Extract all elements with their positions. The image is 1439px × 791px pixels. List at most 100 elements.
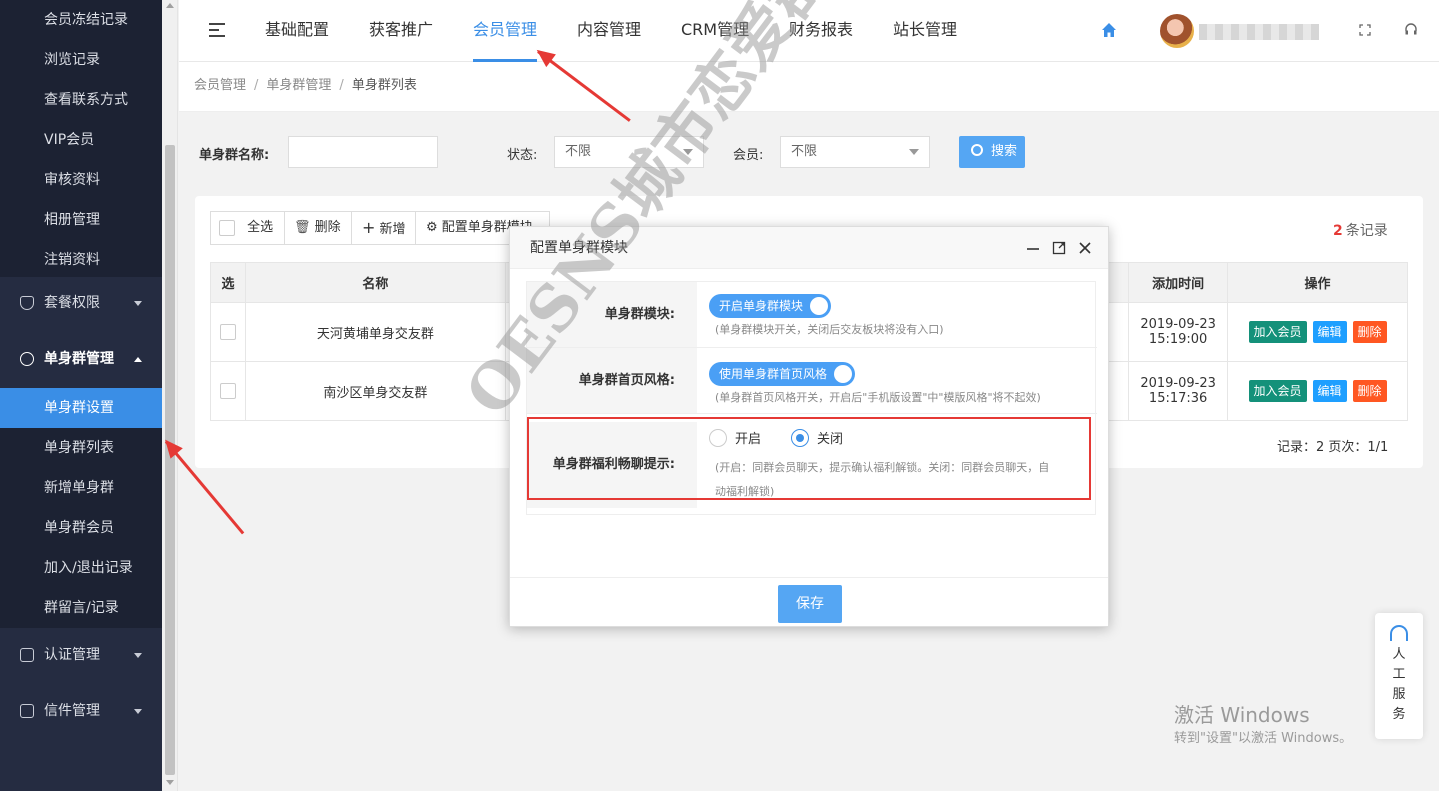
style-switch-label: 单身群首页风格: [527,348,697,413]
row-name: 南沙区单身交友群 [244,361,506,421]
sidebar-item-album[interactable]: 相册管理 [0,200,162,240]
style-toggle[interactable]: 使用单身群首页风格 [709,362,856,386]
sidebar-scrollbar[interactable] [162,0,178,791]
chevron-down-icon [909,149,919,155]
sidebar-item-browse-records[interactable]: 浏览记录 [0,40,162,80]
sidebar-item-cancel[interactable]: 注销资料 [0,240,162,280]
style-toggle-label: 使用单身群首页风格 [719,367,828,381]
nav-member-management[interactable]: 会员管理 [473,0,538,62]
row-added-time: 2019-09-23 15:17:36 [1128,361,1229,421]
modal-footer: 保存 [510,577,1108,627]
search-button[interactable]: 搜索 [959,136,1025,168]
nav-webmaster[interactable]: 站长管理 [893,0,957,62]
row-name: 天河黄埔单身交友群 [244,302,506,362]
status-select-value: 不限 [565,144,592,159]
sidebar-item-join-exit[interactable]: 加入/退出记录 [0,548,162,588]
menu-toggle-icon[interactable] [209,23,225,37]
record-count: 2 条记录 [1333,220,1388,240]
module-hint: (单身群模块开关，关闭后交友板块将没有入口) [715,323,944,336]
row-checkbox[interactable] [219,383,236,399]
breadcrumb-item[interactable]: 单身群管理 [266,78,331,93]
add-button[interactable]: + 新增 [352,212,416,244]
chevron-down-icon [134,709,142,714]
nav-customer-promo[interactable]: 获客推广 [369,0,433,62]
sidebar-item-review[interactable]: 审核资料 [0,160,162,200]
save-button[interactable]: 保存 [778,585,842,623]
breadcrumb-item[interactable]: 会员管理 [194,78,246,93]
chevron-down-icon [683,149,693,155]
shield-icon [20,296,34,310]
sidebar-group-auth[interactable]: 认证管理 [0,629,162,681]
row-time: 15:17:36 [1148,391,1208,406]
join-member-button[interactable]: 加入会员 [1248,321,1307,343]
scroll-up-icon[interactable] [166,3,174,8]
sidebar-item-single-add[interactable]: 新增单身群 [0,468,162,508]
windows-activation: 激活 Windows 转到"设置"以激活 Windows。 [1174,702,1352,750]
scrollbar-thumb[interactable] [165,145,175,775]
nav-finance-reports[interactable]: 财务报表 [789,0,853,62]
customer-service-widget[interactable]: 人工服务 [1375,613,1423,739]
modal-title: 配置单身群模块 [530,240,628,256]
member-select[interactable]: 不限 [780,136,930,168]
plus-icon: + [362,218,376,237]
row-time: 15:19:00 [1148,332,1208,347]
sidebar-item-view-contact[interactable]: 查看联系方式 [0,80,162,120]
chevron-up-icon [134,357,142,362]
delete-label: 删除 [314,220,341,235]
delete-button[interactable]: 🗑 删除 [285,212,352,244]
checkbox[interactable] [219,219,235,236]
add-label: 新增 [379,222,406,237]
headset-icon [1390,625,1408,641]
fullscreen-icon[interactable] [1359,24,1371,36]
avatar[interactable] [1160,14,1194,48]
join-member-button[interactable]: 加入会员 [1248,380,1307,402]
sidebar-item-single-members[interactable]: 单身群会员 [0,508,162,548]
sidebar-item-messages[interactable]: 群留言/记录 [0,588,162,628]
select-all-label: 全选 [247,220,274,235]
module-toggle-label: 开启单身群模块 [719,299,804,313]
name-filter-input[interactable] [288,136,438,168]
sidebar-item-single-list[interactable]: 单身群列表 [0,428,162,468]
chevron-down-icon [134,653,142,658]
sidebar-group-package[interactable]: 套餐权限 [0,277,162,329]
member-filter-label: 会员: [733,148,764,163]
sidebar-group-label: 套餐权限 [44,295,100,311]
sidebar-item-frozen-records[interactable]: 会员冻结记录 [0,0,162,40]
mail-icon [20,704,34,718]
minimize-icon[interactable] [1026,241,1040,255]
delete-row-button[interactable]: 删除 [1352,380,1387,402]
edit-button[interactable]: 编辑 [1312,321,1347,343]
nav-basic-config[interactable]: 基础配置 [265,0,329,62]
sidebar-group-mail[interactable]: 信件管理 [0,685,162,737]
maximize-icon[interactable] [1052,241,1066,255]
sidebar-group-single[interactable]: 单身群管理 [0,333,162,385]
record-count-number: 2 [1333,223,1343,239]
col-added-time: 添加时间 [1128,262,1229,303]
select-all-button[interactable]: 全选 [211,212,285,244]
pagination-info: 记录：2 页次：1/1 [1277,440,1389,455]
sidebar-item-single-settings[interactable]: 单身群设置 [0,388,162,428]
breadcrumb: 会员管理 / 单身群管理 / 单身群列表 [179,62,1439,112]
nav-crm-management[interactable]: CRM管理 [681,0,749,62]
nav-content-management[interactable]: 内容管理 [577,0,641,62]
row-date: 2019-09-23 [1140,317,1216,332]
sidebar-item-vip[interactable]: VIP会员 [0,120,162,160]
edit-button[interactable]: 编辑 [1312,380,1347,402]
home-icon[interactable] [1101,22,1117,38]
module-toggle[interactable]: 开启单身群模块 [709,294,832,318]
headset-icon[interactable] [1404,22,1418,36]
row-added-time: 2019-09-23 15:19:00 [1128,302,1229,362]
row-date: 2019-09-23 [1140,376,1216,391]
status-select[interactable]: 不限 [554,136,704,168]
username-blurred[interactable] [1199,24,1319,40]
sidebar-group-label: 信件管理 [44,703,100,719]
delete-row-button[interactable]: 删除 [1352,321,1387,343]
row-checkbox[interactable] [219,324,236,340]
search-icon [971,144,983,156]
id-card-icon [20,648,34,662]
customer-service-label: 人工服务 [1392,647,1406,722]
member-select-value: 不限 [791,144,818,159]
trash-icon: 🗑 [294,220,311,235]
scroll-down-icon[interactable] [166,780,174,785]
close-icon[interactable] [1078,241,1092,255]
